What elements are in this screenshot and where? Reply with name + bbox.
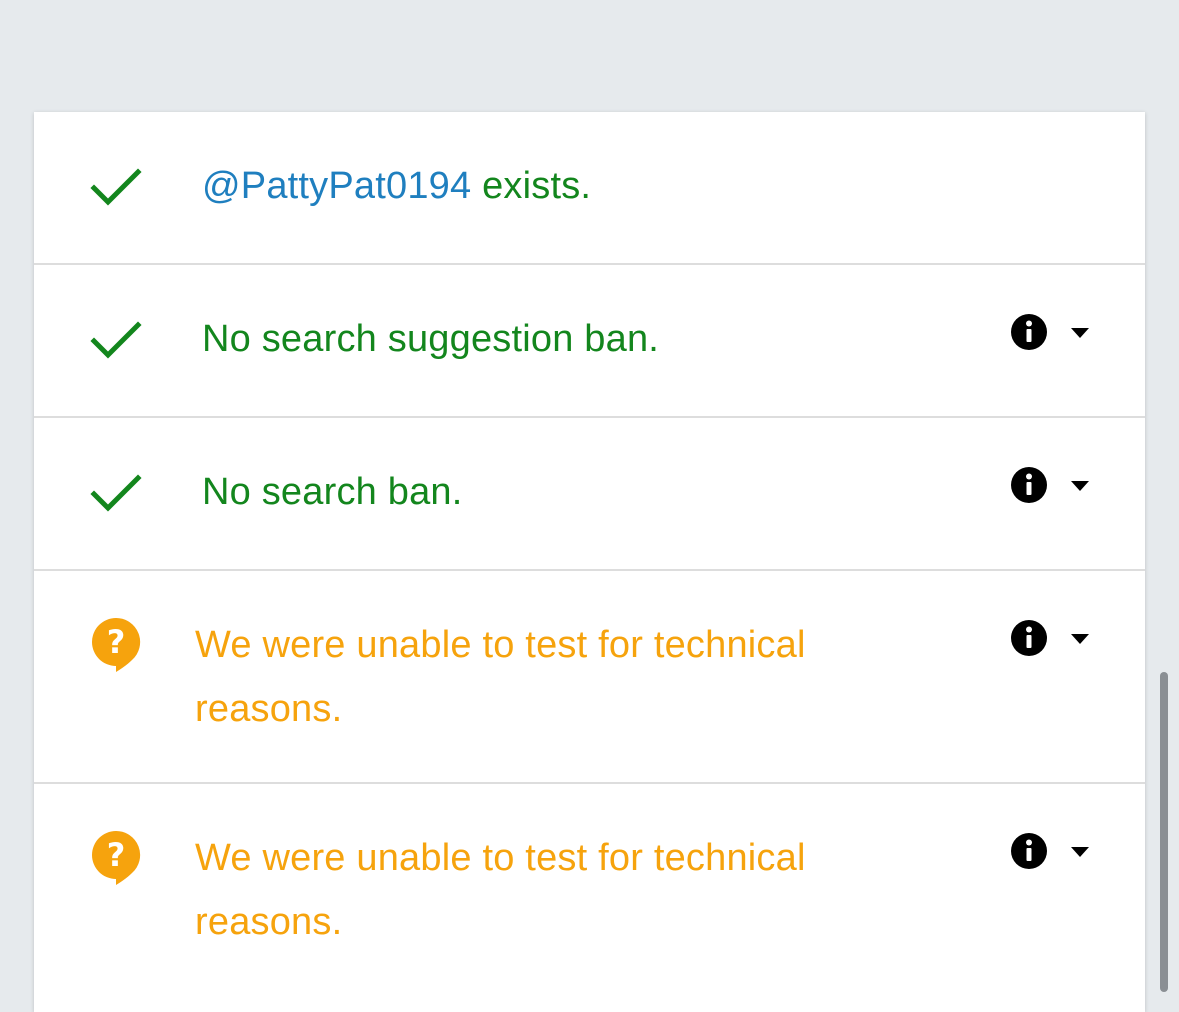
caret-down-icon[interactable] [1071, 328, 1089, 338]
result-message: No search suggestion ban. [202, 318, 660, 360]
result-row-reply-deboosting[interactable]: ? We were unable to test for technical r… [34, 784, 1145, 1012]
result-row-search-ban[interactable]: No search ban. [34, 418, 1145, 571]
result-message: We were unable to test for technical rea… [195, 624, 806, 730]
check-icon [90, 474, 142, 512]
result-row-search-suggestion-ban[interactable]: No search suggestion ban. [34, 265, 1145, 418]
caret-down-icon[interactable] [1071, 847, 1089, 857]
result-message: We were unable to test for technical rea… [195, 837, 806, 943]
user-handle[interactable]: @PattyPat0194 [202, 165, 471, 207]
svg-text:?: ? [107, 836, 126, 874]
info-icon[interactable] [1010, 466, 1048, 504]
caret-down-icon[interactable] [1071, 634, 1089, 644]
svg-text:?: ? [107, 623, 126, 661]
check-icon [90, 168, 142, 206]
check-icon [90, 321, 142, 359]
result-message: exists. [471, 165, 592, 207]
result-row-ghost-ban[interactable]: ? We were unable to test for technical r… [34, 571, 1145, 784]
results-card: @PattyPat0194 exists. No search suggesti… [34, 112, 1145, 1012]
result-row-exists: @PattyPat0194 exists. [34, 112, 1145, 265]
question-bubble-icon: ? [92, 830, 141, 885]
info-icon[interactable] [1010, 832, 1048, 870]
scrollbar-thumb[interactable] [1160, 672, 1168, 992]
caret-down-icon[interactable] [1071, 481, 1089, 491]
question-bubble-icon: ? [92, 617, 141, 672]
result-text: @PattyPat0194 exists. [202, 154, 591, 218]
info-icon[interactable] [1010, 313, 1048, 351]
result-message: No search ban. [202, 471, 463, 513]
info-icon[interactable] [1010, 619, 1048, 657]
